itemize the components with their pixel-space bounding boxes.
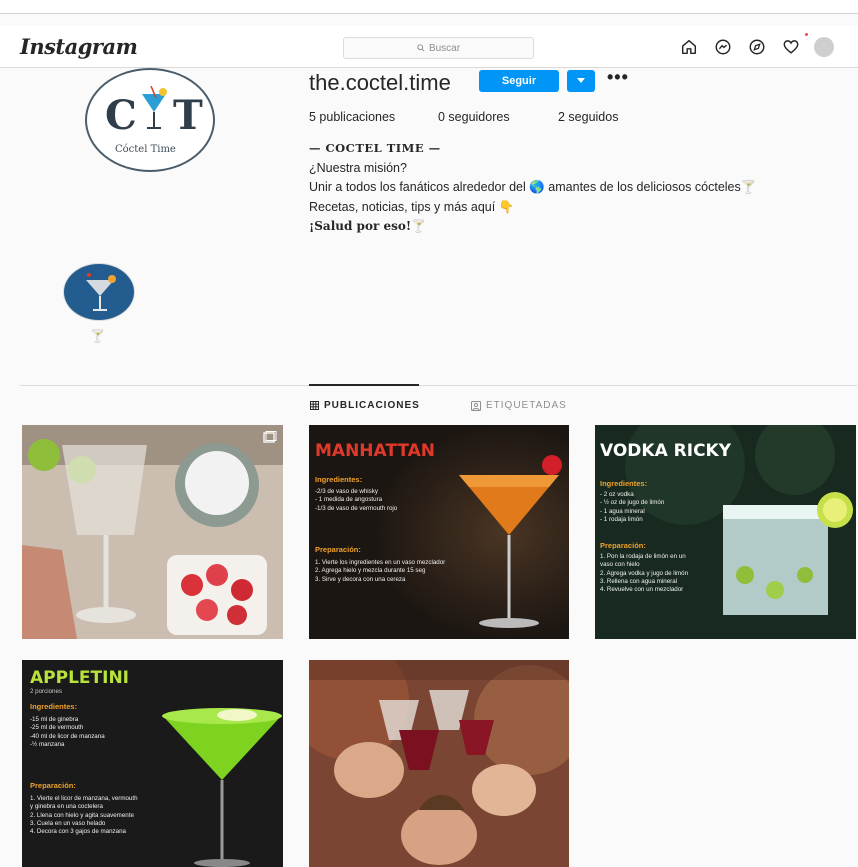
highlight-label: 🍸 — [90, 329, 105, 343]
window-top-strip — [0, 0, 858, 14]
home-icon[interactable] — [678, 36, 700, 58]
logo-letter-c: C — [105, 92, 137, 139]
bio-line: ¡Salud por eso!🍸 — [309, 219, 427, 233]
post-prep-head: Preparación: — [315, 545, 361, 554]
search-icon — [417, 44, 425, 52]
post-title: APPLETINI — [30, 668, 129, 688]
cocktail-glass-icon — [142, 86, 167, 129]
heart-icon[interactable] — [780, 36, 802, 58]
grid-icon — [310, 401, 319, 410]
carousel-icon — [263, 431, 277, 443]
tag-icon — [471, 400, 481, 411]
post-prep: 1. Vierte el licor de manzana, vermouth … — [30, 795, 138, 836]
story-highlight[interactable] — [63, 263, 135, 321]
notification-dot — [805, 33, 808, 36]
tab-label: PUBLICACIONES — [324, 400, 420, 411]
tab-etiquetadas[interactable]: ETIQUETADAS — [471, 400, 567, 411]
post-ingredients-head: Ingredientes: — [30, 702, 78, 711]
following-count[interactable]: 2 seguidos — [558, 110, 618, 124]
active-tab-indicator — [309, 384, 419, 386]
bio-line: ¿Nuestra misión? — [309, 160, 407, 175]
profile-picture[interactable]: C T Cóctel Time — [85, 68, 215, 172]
post-prep: 1. Vierte los ingredientes en un vaso me… — [315, 559, 446, 583]
messenger-icon[interactable] — [712, 36, 734, 58]
bio-line: Unir a todos los fanáticos alrededor del… — [309, 180, 757, 194]
suggested-dropdown-button[interactable] — [567, 70, 595, 92]
post-photo-toast[interactable] — [309, 660, 569, 867]
post-ingredients-head: Ingredientes: — [600, 479, 648, 488]
tab-label: ETIQUETADAS — [486, 400, 567, 411]
cocktail-glass-icon — [86, 273, 116, 311]
post-title: VODKA RICKY — [600, 441, 732, 461]
top-navigation-bar: Instagram Buscar — [0, 26, 858, 68]
post-prep-head: Preparación: — [30, 781, 76, 790]
post-photo — [309, 660, 569, 867]
profile-stats: 5 publicaciones 0 seguidores 2 seguidos — [309, 110, 618, 124]
profile-username: the.coctel.time — [309, 70, 451, 95]
nav-icons — [678, 36, 834, 58]
section-divider — [20, 385, 857, 386]
post-manhattan[interactable]: MANHATTAN Ingredientes: -2/3 de vaso de … — [309, 425, 569, 639]
post-appletini[interactable]: APPLETINI 2 porciones Ingredientes: -15 … — [22, 660, 283, 867]
post-prep-head: Preparación: — [600, 541, 646, 550]
post-title: MANHATTAN — [315, 441, 436, 461]
post-ingredients-head: Ingredientes: — [315, 475, 363, 484]
search-input[interactable]: Buscar — [343, 37, 534, 59]
tab-publicaciones[interactable]: PUBLICACIONES — [310, 400, 420, 411]
chevron-down-icon — [577, 78, 585, 83]
post-photo-glasses[interactable] — [22, 425, 283, 639]
more-options-button[interactable]: ••• — [607, 67, 629, 88]
post-ingredients: - 2 oz vodka - ½ oz de jugo de limón - 1… — [600, 491, 665, 523]
bio-line: Recetas, noticias, tips y más aquí 👇 — [309, 199, 515, 214]
bio-name: — COCTEL TIME — — [309, 141, 441, 155]
logo-subtitle: Cóctel Time — [115, 144, 176, 155]
post-ingredients: -15 ml de ginebra -25 ml de vermouth -40… — [30, 716, 105, 748]
post-ingredients: -2/3 de vaso de whisky - 1 medida de ang… — [315, 488, 398, 512]
follow-button[interactable]: Seguir — [479, 70, 559, 92]
post-subtitle: 2 porciones — [30, 688, 62, 695]
explore-icon[interactable] — [746, 36, 768, 58]
followers-count[interactable]: 0 seguidores — [438, 110, 558, 124]
posts-count: 5 publicaciones — [309, 110, 396, 124]
post-photo — [22, 425, 283, 639]
post-prep: 1. Pon la rodaja de limón en un vaso con… — [600, 553, 689, 594]
profile-bio: — COCTEL TIME — ¿Nuestra misión? Unir a … — [309, 139, 849, 237]
instagram-logo[interactable]: Instagram — [20, 34, 138, 59]
search-placeholder: Buscar — [428, 42, 461, 54]
profile-avatar[interactable] — [814, 37, 834, 57]
logo-letter-t: T — [173, 92, 203, 139]
post-vodka-ricky[interactable]: VODKA RICKY Ingredientes: - 2 oz vodka -… — [595, 425, 856, 639]
